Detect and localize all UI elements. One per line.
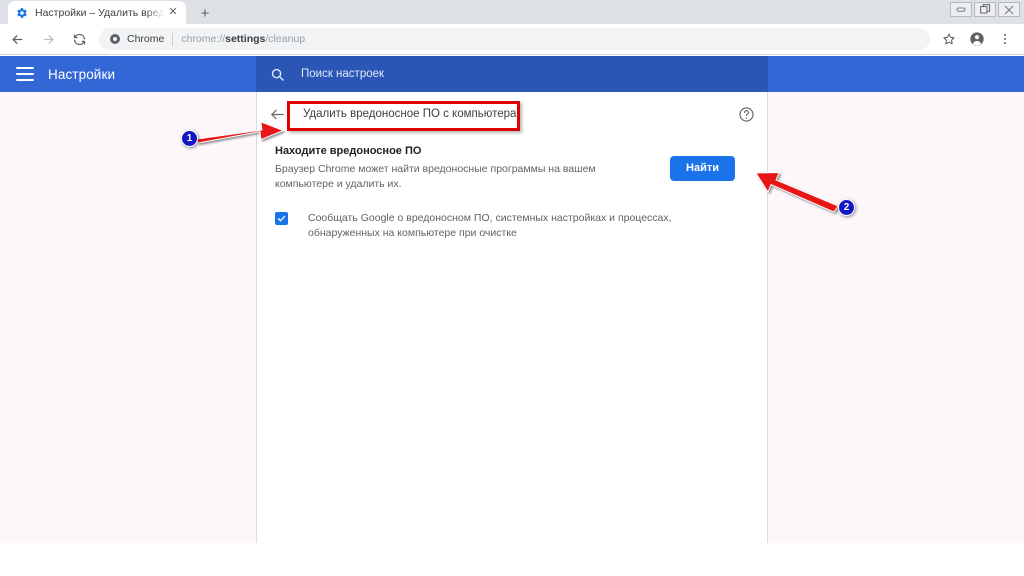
tab-strip: Настройки – Удалить вредонос ✕ +: [0, 0, 1024, 24]
minimize-button[interactable]: [950, 2, 972, 17]
page-title: Удалить вредоносное ПО с компьютера: [303, 108, 517, 120]
help-circle-icon[interactable]: [737, 105, 755, 123]
forward-button[interactable]: [34, 25, 62, 53]
back-button[interactable]: [3, 25, 31, 53]
window-controls: [950, 2, 1020, 17]
bookmark-star-icon[interactable]: [936, 26, 962, 52]
report-setting-row[interactable]: Сообщать Google о вредоносном ПО, систем…: [257, 191, 767, 241]
tab-title: Настройки – Удалить вредонос: [35, 6, 164, 19]
panel-header: Удалить вредоносное ПО с компьютера: [257, 92, 767, 136]
url-bold-segment: settings: [225, 33, 266, 45]
browser-toolbar: Chrome chrome://settings/cleanup: [0, 24, 1024, 55]
back-arrow-icon[interactable]: [267, 104, 287, 124]
restore-button[interactable]: [974, 2, 996, 17]
settings-title: Настройки: [48, 66, 116, 82]
close-button[interactable]: [998, 2, 1020, 17]
search-input-placeholder: Поиск настроек: [301, 68, 385, 80]
omnibox-url: chrome://settings/cleanup: [181, 33, 305, 45]
settings-search-box[interactable]: Поиск настроек: [256, 56, 768, 92]
chrome-shield-icon: [109, 33, 121, 45]
cleanup-description: Браузер Chrome может найти вредоносные п…: [275, 163, 596, 190]
reload-button[interactable]: [65, 25, 93, 53]
url-prefix: chrome://: [181, 33, 226, 45]
gear-icon: [16, 7, 28, 19]
cleanup-heading: Находите вредоносное ПО: [275, 145, 422, 157]
settings-content-panel: Удалить вредоносное ПО с компьютера Нахо…: [256, 92, 768, 543]
cleanup-text-block: Находите вредоносное ПО Браузер Chrome м…: [275, 144, 670, 191]
more-menu-icon[interactable]: [992, 26, 1018, 52]
profile-avatar-icon[interactable]: [964, 26, 990, 52]
tab-close-icon[interactable]: ✕: [166, 6, 180, 20]
omnibox-site-label: Chrome: [127, 33, 165, 45]
report-checkbox[interactable]: [275, 212, 288, 225]
browser-window: Настройки – Удалить вредонос ✕ +: [0, 0, 1024, 576]
cleanup-section: Находите вредоносное ПО Браузер Chrome м…: [257, 136, 767, 191]
search-icon: [270, 67, 285, 82]
address-bar[interactable]: Chrome chrome://settings/cleanup: [99, 28, 930, 50]
hamburger-menu-icon[interactable]: [16, 67, 34, 81]
url-suffix: /cleanup: [265, 33, 306, 45]
omnibox-separator: [172, 32, 174, 46]
report-checkbox-label: Сообщать Google о вредоносном ПО, систем…: [308, 212, 672, 239]
find-button[interactable]: Найти: [670, 156, 735, 181]
new-tab-button[interactable]: +: [192, 2, 218, 24]
browser-tab[interactable]: Настройки – Удалить вредонос ✕: [8, 1, 186, 24]
settings-header: Настройки Поиск настроек: [0, 56, 1024, 92]
